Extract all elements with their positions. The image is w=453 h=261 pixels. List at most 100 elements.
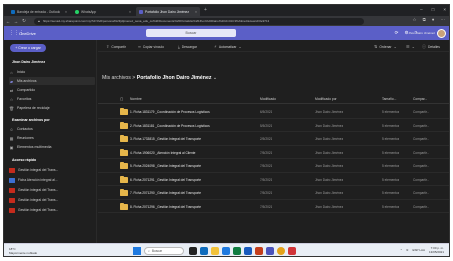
taskbar-search-input[interactable]: ⌕ Buscar: [144, 247, 184, 255]
collections-icon[interactable]: ⧉: [423, 17, 426, 23]
table-row[interactable]: 5. Ficha 2024098 _Gestión Integral del T…: [98, 159, 449, 173]
minimize-icon[interactable]: –: [420, 7, 423, 12]
profile-icon[interactable]: ●: [432, 17, 435, 23]
file-modified-by: Jhon Dairo Jiménez: [315, 177, 344, 182]
file-explorer-icon[interactable]: [211, 247, 219, 255]
task-view-icon[interactable]: [189, 247, 197, 255]
file-name[interactable]: 2. Ficha 1831181 _Coordinación de Proces…: [130, 124, 248, 128]
word-icon[interactable]: [244, 247, 252, 255]
file-name[interactable]: 3. Ficha 1733815 _Gestión Integral del T…: [130, 137, 248, 141]
address-bar: ← → ↻ 🔒︎ https://sena4-my.sharepoint.com…: [4, 16, 449, 26]
app-icon[interactable]: [288, 247, 296, 255]
weather-widget[interactable]: 18°C Mayormente nublado: [9, 247, 37, 255]
file-sharing[interactable]: Compartir...: [413, 205, 429, 209]
edge-browser-icon[interactable]: [200, 247, 208, 255]
column-header-sharing[interactable]: Compar...: [413, 97, 427, 101]
close-tab-icon[interactable]: ×: [129, 10, 131, 14]
file-name[interactable]: 7. Ficha 2071290 _Gestión Integral del T…: [130, 191, 248, 195]
chevron-down-icon[interactable]: ⌄: [213, 75, 217, 81]
file-type-column-icon[interactable]: ▢: [120, 97, 123, 101]
sidebar-item-mis-archivos[interactable]: ▰ Mis archivos: [9, 77, 95, 85]
sidebar-item-label: Papelera de reciclaje: [17, 106, 50, 110]
create-upload-button[interactable]: + Crear o cargar: [10, 44, 46, 52]
quick-access-item[interactable]: Gestión integral del Trans...: [9, 186, 95, 194]
back-icon[interactable]: ←: [4, 19, 12, 24]
quick-access-item[interactable]: Ficha Atención integral al...: [9, 176, 95, 184]
quick-access-item[interactable]: Gestión integral del Trans...: [9, 206, 95, 214]
sort-button[interactable]: ⇅ Ordenar ⌄: [374, 44, 397, 49]
reload-icon[interactable]: ↻: [20, 18, 28, 24]
table-row[interactable]: 4. Ficha 1906020 _Atención Integral al C…: [98, 146, 449, 159]
file-name[interactable]: 5. Ficha 2024098 _Gestión Integral del T…: [130, 164, 248, 168]
column-header-size[interactable]: Tamaño...: [382, 97, 396, 101]
start-windows-icon[interactable]: [133, 247, 141, 255]
column-header-modified[interactable]: Modificado: [260, 97, 276, 101]
chrome-icon[interactable]: [277, 247, 285, 255]
sidebar-item-favoritos[interactable]: ☆ Favoritos: [9, 95, 95, 103]
close-tab-icon[interactable]: ×: [195, 10, 197, 14]
copy-link-button[interactable]: ∞ Copiar vínculo: [138, 44, 164, 49]
excel-icon[interactable]: [233, 247, 241, 255]
wifi-icon[interactable]: ≋: [406, 248, 409, 252]
file-name[interactable]: 8. Ficha 2071296 _Gestión Integral del T…: [130, 205, 248, 209]
sidebar-item-compartido[interactable]: ⇄ Compartido: [9, 86, 95, 94]
table-row[interactable]: 7. Ficha 2071290 _Gestión Integral del T…: [98, 186, 449, 200]
file-sharing[interactable]: Compartir...: [413, 191, 429, 195]
table-row[interactable]: 1. Ficha 1831179 _Coordinación de Proces…: [98, 105, 449, 119]
close-window-icon[interactable]: ×: [443, 7, 446, 12]
maximize-icon[interactable]: □: [432, 7, 435, 12]
automate-label: Automatizar: [218, 44, 237, 49]
language-indicator[interactable]: ESP LAA: [413, 248, 425, 252]
app-name[interactable]: OneDrive: [19, 31, 36, 36]
file-name[interactable]: 1. Ficha 1831179 _Coordinación de Proces…: [130, 110, 248, 114]
sync-icon[interactable]: ⟳: [395, 30, 399, 36]
info-icon: ⓘ: [422, 44, 426, 49]
quick-access-item[interactable]: Gestión integral del Trans...: [9, 166, 95, 174]
automate-button[interactable]: ⚡︎ Automatizar ⌄: [214, 44, 242, 49]
search-input[interactable]: Buscar: [146, 29, 236, 37]
view-options-button[interactable]: ☰ ⌄: [406, 44, 415, 49]
breadcrumb-root[interactable]: Mis archivos: [102, 75, 131, 81]
file-size: 5 elementos: [382, 123, 400, 128]
avatar[interactable]: [437, 28, 446, 38]
sidebar-item-multimedia[interactable]: ▣ Elementos multimedia: [9, 143, 95, 151]
url-field[interactable]: 🔒︎ https://sena4-my.sharepoint.com/my?id…: [34, 17, 364, 25]
table-row[interactable]: 2. Ficha 1831181 _Coordinación de Proces…: [98, 119, 449, 132]
browser-tab-whatsapp[interactable]: WhatsApp ×: [72, 7, 134, 16]
close-tab-icon[interactable]: ×: [65, 10, 67, 14]
store-icon[interactable]: [222, 247, 230, 255]
file-sharing[interactable]: Compartir...: [413, 178, 429, 182]
column-header-modified-by[interactable]: Modificado por: [315, 97, 337, 101]
file-sharing[interactable]: Compartir...: [413, 151, 429, 155]
share-icon: ⇪: [106, 44, 110, 49]
browser-menu-icon[interactable]: ⋯: [441, 17, 446, 23]
quick-access-item[interactable]: Gestión integral del Trans...: [9, 196, 95, 204]
sidebar-item-contactos[interactable]: ☺ Contactos: [9, 125, 95, 133]
file-name[interactable]: 4. Ficha 1906020 _Atención Integral al C…: [130, 151, 248, 155]
sidebar-item-reuniones[interactable]: ▦ Reuniones: [9, 134, 95, 142]
forward-icon[interactable]: →: [12, 19, 20, 24]
file-sharing[interactable]: Compartir...: [413, 124, 429, 128]
details-button[interactable]: ⓘ Detalles: [422, 44, 440, 50]
clock[interactable]: 7:00 p. m. 13/05/2021: [429, 246, 444, 254]
favorite-star-icon[interactable]: ☆: [413, 17, 417, 23]
browser-tab-outlook[interactable]: Bandeja de entrada - Outlook ×: [8, 7, 70, 16]
table-row[interactable]: 6. Ficha 2071291 _Gestión Integral del T…: [98, 173, 449, 186]
sidebar-item-inicio[interactable]: ⌂ Inicio: [9, 68, 95, 76]
file-sharing[interactable]: Compartir...: [413, 164, 429, 168]
file-sharing[interactable]: Compartir...: [413, 110, 429, 114]
chevron-up-icon[interactable]: ^: [401, 248, 402, 252]
download-button[interactable]: ⤓ Descargar: [178, 44, 197, 49]
table-row[interactable]: 3. Ficha 1733815 _Gestión Integral del T…: [98, 132, 449, 146]
teams-icon[interactable]: [266, 247, 274, 255]
file-sharing[interactable]: Compartir...: [413, 137, 429, 141]
sidebar-item-papelera[interactable]: 🗑︎ Papelera de reciclaje: [9, 104, 95, 112]
share-button[interactable]: ⇪ Compartir: [106, 44, 126, 49]
file-name[interactable]: 6. Ficha 2071291 _Gestión Integral del T…: [130, 178, 248, 182]
trash-icon: 🗑︎: [9, 105, 15, 111]
new-tab-icon[interactable]: +: [204, 7, 207, 13]
browser-tab-portafolio[interactable]: Portafolio Jhon Dairo Jiménez ×: [136, 7, 200, 16]
table-row[interactable]: 8. Ficha 2071296 _Gestión Integral del T…: [98, 200, 449, 213]
powerpoint-icon[interactable]: [255, 247, 263, 255]
column-header-name[interactable]: Nombre: [130, 97, 142, 101]
